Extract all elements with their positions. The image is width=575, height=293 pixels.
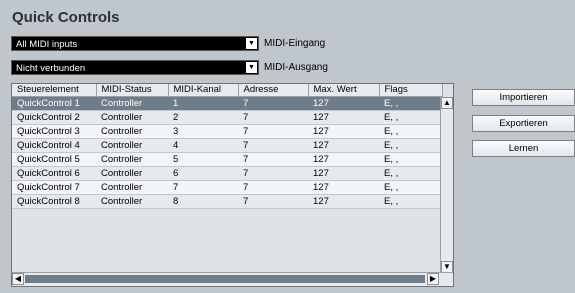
table-cell: 127 <box>308 138 379 153</box>
table-cell: Controller <box>96 110 168 125</box>
column-header[interactable]: Flags <box>379 84 443 97</box>
horizontal-scrollbar[interactable]: ◀ ▶ <box>12 272 453 286</box>
quick-controls-table: Steuerelement MIDI-Status MIDI-Kanal Adress… <box>11 83 454 287</box>
import-button[interactable]: Importieren <box>472 89 575 106</box>
table-cell: 7 <box>238 180 308 195</box>
midi-input-value: All MIDI inputs <box>16 39 78 50</box>
table-cell: E, , <box>379 138 442 153</box>
table-cell: 127 <box>308 166 379 181</box>
table-cell: 7 <box>238 166 308 181</box>
export-button[interactable]: Exportieren <box>472 115 575 132</box>
midi-output-select[interactable]: Nicht verbunden ▼ <box>11 60 259 75</box>
chevron-down-icon: ▼ <box>246 38 257 49</box>
table-cell: Controller <box>96 152 168 167</box>
horizontal-scroll-thumb[interactable] <box>25 275 425 283</box>
table-cell: QuickControl 7 <box>12 180 96 195</box>
midi-input-select[interactable]: All MIDI inputs ▼ <box>11 36 259 51</box>
page-title: Quick Controls <box>12 9 120 26</box>
table-cell: 7 <box>238 110 308 125</box>
table-cell: Controller <box>96 138 168 153</box>
table-cell: Controller <box>96 96 168 111</box>
column-header[interactable]: MIDI-Status <box>96 84 169 97</box>
table-row[interactable]: QuickControl 8 Controller 8 7 127 E, , <box>12 194 442 209</box>
table-cell: QuickControl 1 <box>12 96 96 111</box>
arrow-up-icon[interactable]: ▲ <box>441 97 453 109</box>
midi-input-label: MIDI-Eingang <box>264 38 326 49</box>
table-cell: 7 <box>238 124 308 139</box>
table-cell: E, , <box>379 110 442 125</box>
table-cell: E, , <box>379 152 442 167</box>
table-cell: Controller <box>96 166 168 181</box>
table-cell: 7 <box>168 180 238 195</box>
table-cell: 7 <box>238 194 308 209</box>
table-cell: 127 <box>308 152 379 167</box>
table-cell: E, , <box>379 96 442 111</box>
table-cell: E, , <box>379 124 442 139</box>
arrow-left-icon[interactable]: ◀ <box>12 273 24 285</box>
table-cell: 127 <box>308 180 379 195</box>
column-header[interactable]: Max. Wert <box>308 84 380 97</box>
table-row[interactable]: QuickControl 3 Controller 3 7 127 E, , <box>12 124 442 139</box>
table-cell: QuickControl 4 <box>12 138 96 153</box>
table-row[interactable]: QuickControl 1 Controller 1 7 127 E, , <box>12 96 442 111</box>
table-cell: 127 <box>308 194 379 209</box>
table-cell: QuickControl 5 <box>12 152 96 167</box>
table-cell: QuickControl 6 <box>12 166 96 181</box>
table-row[interactable]: QuickControl 5 Controller 5 7 127 E, , <box>12 152 442 167</box>
table-cell: 7 <box>238 152 308 167</box>
table-cell: 2 <box>168 110 238 125</box>
table-cell: 5 <box>168 152 238 167</box>
learn-button[interactable]: Lernen <box>472 140 575 157</box>
column-header[interactable]: Steuerelement <box>12 84 97 97</box>
table-cell: E, , <box>379 194 442 209</box>
table-header: Steuerelement MIDI-Status MIDI-Kanal Adress… <box>12 84 443 97</box>
table-cell: 1 <box>168 96 238 111</box>
chevron-down-icon: ▼ <box>246 62 257 73</box>
table-cell: Controller <box>96 194 168 209</box>
table-row[interactable]: QuickControl 2 Controller 2 7 127 E, , <box>12 110 442 125</box>
table-cell: 6 <box>168 166 238 181</box>
table-row[interactable]: QuickControl 7 Controller 7 7 127 E, , <box>12 180 442 195</box>
table-cell: 8 <box>168 194 238 209</box>
table-cell: QuickControl 3 <box>12 124 96 139</box>
table-cell: 3 <box>168 124 238 139</box>
table-cell: Controller <box>96 124 168 139</box>
arrow-right-icon[interactable]: ▶ <box>427 273 439 285</box>
table-cell: Controller <box>96 180 168 195</box>
table-cell: 7 <box>238 96 308 111</box>
table-cell: 127 <box>308 96 379 111</box>
column-header[interactable]: Adresse <box>238 84 309 97</box>
vertical-scrollbar[interactable]: ▲ ▼ <box>440 97 453 273</box>
table-cell: 4 <box>168 138 238 153</box>
table-cell: QuickControl 8 <box>12 194 96 209</box>
table-cell: E, , <box>379 180 442 195</box>
table-row[interactable]: QuickControl 4 Controller 4 7 127 E, , <box>12 138 442 153</box>
table-cell: E, , <box>379 166 442 181</box>
column-header[interactable]: MIDI-Kanal <box>168 84 239 97</box>
midi-output-value: Nicht verbunden <box>16 63 86 74</box>
table-row[interactable]: QuickControl 6 Controller 6 7 127 E, , <box>12 166 442 181</box>
table-cell: QuickControl 2 <box>12 110 96 125</box>
table-cell: 127 <box>308 124 379 139</box>
table-cell: 7 <box>238 138 308 153</box>
table-cell: 127 <box>308 110 379 125</box>
midi-output-label: MIDI-Ausgang <box>264 62 328 73</box>
